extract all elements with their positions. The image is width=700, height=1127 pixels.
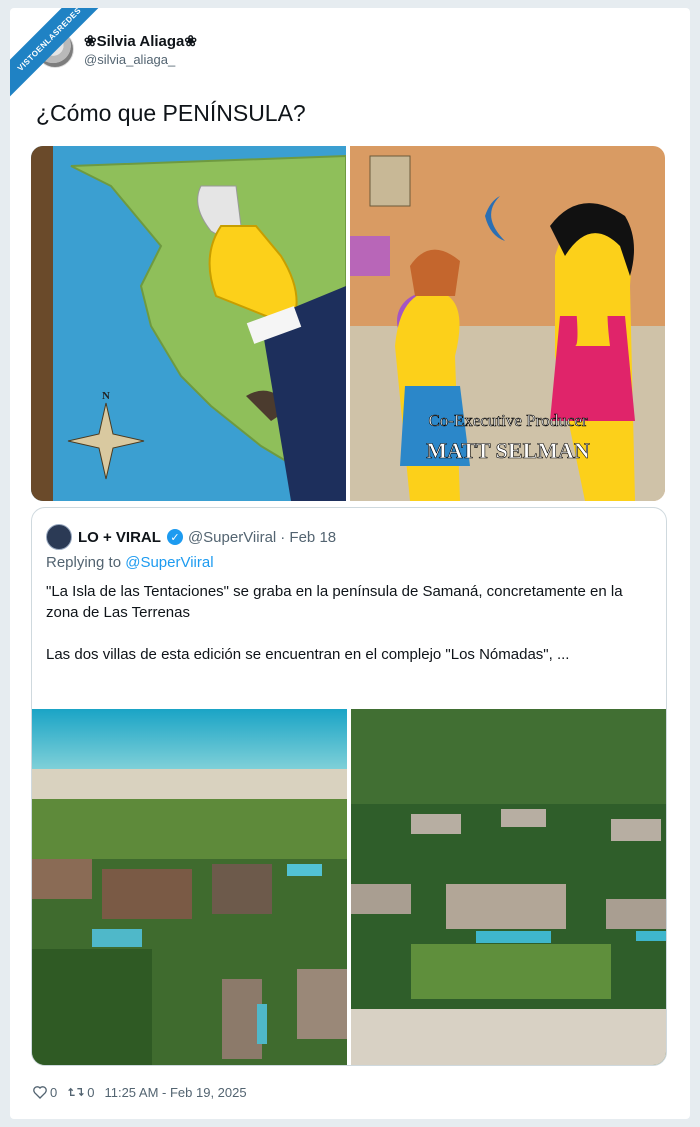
aerial-villas-illustration: [350, 709, 666, 1065]
author-handle[interactable]: @silvia_aliaga_: [84, 52, 197, 67]
quoted-tweet[interactable]: LO + VIRAL ✓ @SuperViiral · Feb 18 Reply…: [31, 507, 667, 1066]
heart-icon: [33, 1086, 47, 1099]
tweet-media: N Co-Executive Producer MATT SELMAN: [31, 146, 665, 501]
tweet-footer: 0 0 11:25 AM - Feb 19, 2025: [32, 1084, 247, 1100]
like-action[interactable]: 0: [32, 1084, 57, 1100]
credits-caption-line1: Co-Executive Producer: [428, 411, 587, 430]
simpsons-map-illustration: N: [31, 146, 347, 501]
author-display-name[interactable]: ❀Silvia Aliaga❀: [84, 32, 197, 50]
tweet-text: ¿Cómo que PENÍNSULA?: [36, 100, 306, 126]
retweet-count: 0: [87, 1084, 95, 1100]
simpsons-credits-image[interactable]: Co-Executive Producer MATT SELMAN: [349, 146, 665, 501]
quoted-media: [32, 709, 666, 1065]
quoted-header: LO + VIRAL ✓ @SuperViiral · Feb 18: [46, 524, 336, 550]
retweet-icon: [68, 1087, 85, 1097]
aerial-resort-villas-image[interactable]: [350, 709, 666, 1065]
quoted-avatar[interactable]: [46, 524, 72, 550]
author-names: ❀Silvia Aliaga❀ @silvia_aliaga_: [84, 32, 197, 67]
tweet-card: VISTOENLASREDES ❀Silvia Aliaga❀ @silvia_…: [10, 8, 690, 1119]
simpsons-map-image[interactable]: N: [31, 146, 347, 501]
quoted-name[interactable]: LO + VIRAL: [78, 529, 161, 546]
tweet-timestamp[interactable]: 11:25 AM - Feb 19, 2025: [104, 1085, 246, 1100]
aerial-resort-beach-image[interactable]: [32, 709, 348, 1065]
svg-text:N: N: [102, 390, 110, 402]
replying-prefix: Replying to: [46, 554, 122, 571]
aerial-beach-illustration: [32, 709, 347, 1065]
quoted-text: "La Isla de las Tentaciones" se graba en…: [46, 581, 646, 665]
quoted-handle[interactable]: @SuperViiral: [188, 529, 276, 546]
retweet-action[interactable]: 0: [67, 1084, 94, 1100]
quoted-paragraph-2: Las dos villas de esta edición se encuen…: [46, 646, 570, 663]
quoted-date[interactable]: · Feb 18: [280, 529, 336, 546]
verified-badge-icon: ✓: [166, 529, 183, 545]
replying-handle-link[interactable]: @SuperViiral: [125, 554, 213, 571]
simpsons-credits-illustration: Co-Executive Producer MATT SELMAN: [349, 146, 665, 501]
like-count: 0: [50, 1084, 58, 1100]
credits-caption-line2: MATT SELMAN: [426, 438, 590, 463]
replying-to: Replying to @SuperViiral: [46, 554, 214, 571]
quoted-paragraph-1: "La Isla de las Tentaciones" se graba en…: [46, 583, 623, 621]
